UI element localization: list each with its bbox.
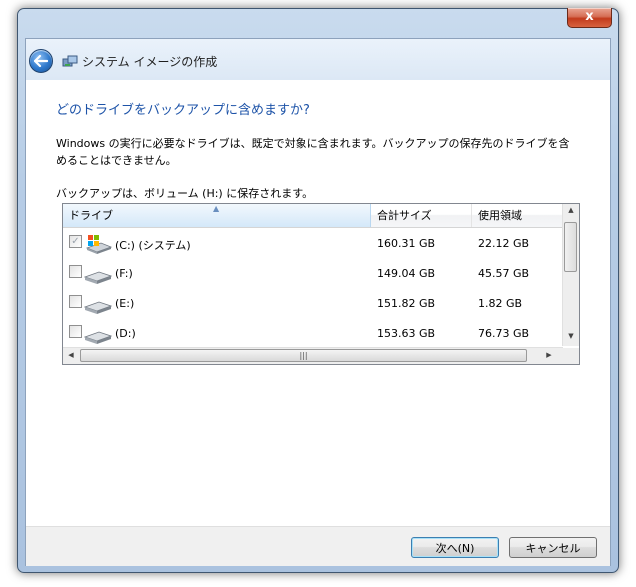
drive-used-space: 1.82 GB <box>478 297 523 310</box>
back-button[interactable] <box>29 49 53 73</box>
windows-drive-icon <box>85 235 112 254</box>
drive-total-size: 151.82 GB <box>377 297 436 310</box>
drive-checkbox[interactable] <box>69 265 82 278</box>
list-item[interactable]: (D:) 153.63 GB 76.73 GB <box>63 319 563 349</box>
drive-checkbox[interactable] <box>69 295 82 308</box>
dialog-header: システム イメージの作成 <box>26 39 610 80</box>
drive-checkbox-disabled-checked: ✓ <box>69 235 82 248</box>
column-header-drive[interactable]: ドライブ ▲ <box>63 204 371 227</box>
list-item[interactable]: (E:) 151.82 GB 1.82 GB <box>63 289 563 319</box>
scroll-right-icon[interactable]: ▶ <box>541 351 557 359</box>
sort-ascending-icon: ▲ <box>213 204 220 213</box>
drive-total-size: 149.04 GB <box>377 267 436 280</box>
scroll-up-icon[interactable]: ▲ <box>563 206 579 214</box>
drive-name: (E:) <box>115 297 135 310</box>
vertical-scrollbar[interactable]: ▲ ▼ <box>562 204 579 346</box>
scroll-left-icon[interactable]: ◀ <box>63 351 79 359</box>
column-header-drive-label: ドライブ <box>69 209 113 222</box>
backup-restore-icon <box>62 55 78 67</box>
scroll-down-icon[interactable]: ▼ <box>563 332 579 340</box>
cancel-button[interactable]: キャンセル <box>509 537 597 558</box>
list-item[interactable]: ✓ (C:) (システム) 160.31 GB 22.12 GB <box>63 229 563 259</box>
horizontal-scrollbar[interactable]: ◀ ||| ▶ <box>63 347 563 364</box>
dialog-window: x システム イメージの作成 どのドライブをバックアップに含めますか? Wind… <box>17 8 619 573</box>
horizontal-scroll-thumb[interactable]: ||| <box>80 349 527 362</box>
vertical-scroll-thumb[interactable] <box>564 222 577 272</box>
drive-checkbox[interactable] <box>69 325 82 338</box>
drive-total-size: 160.31 GB <box>377 237 436 250</box>
drive-list[interactable]: ドライブ ▲ 合計サイズ 使用領域 ✓ (C:) (システム) 160.31 G… <box>62 203 580 365</box>
window-title: システム イメージの作成 <box>82 55 218 69</box>
drive-name: (C:) (システム) <box>115 239 191 252</box>
hard-drive-icon <box>84 301 112 314</box>
drive-used-space: 45.57 GB <box>478 267 530 280</box>
hard-drive-icon <box>84 331 112 344</box>
list-item[interactable]: (F:) 149.04 GB 45.57 GB <box>63 259 563 289</box>
drive-used-space: 76.73 GB <box>478 327 530 340</box>
next-button[interactable]: 次へ(N) <box>411 537 499 558</box>
drive-name: (F:) <box>115 267 133 280</box>
close-button[interactable]: x <box>567 8 612 28</box>
save-location-text: バックアップは、ボリューム (H:) に保存されます。 <box>56 187 314 200</box>
column-header-total-size[interactable]: 合計サイズ <box>371 204 472 227</box>
drive-name: (D:) <box>115 327 136 340</box>
drive-used-space: 22.12 GB <box>478 237 530 250</box>
column-header: ドライブ ▲ 合計サイズ 使用領域 <box>63 204 563 228</box>
description-text: Windows の実行に必要なドライブは、既定で対象に含まれます。バックアップの… <box>56 137 570 167</box>
page-heading: どのドライブをバックアップに含めますか? <box>56 103 310 118</box>
drive-total-size: 153.63 GB <box>377 327 436 340</box>
column-header-used-space[interactable]: 使用領域 <box>472 204 563 227</box>
scrollbar-corner <box>563 348 579 364</box>
back-arrow-icon <box>34 55 48 67</box>
dialog-client-area: システム イメージの作成 どのドライブをバックアップに含めますか? Window… <box>25 38 611 566</box>
dialog-footer: 次へ(N) キャンセル <box>26 526 610 566</box>
hard-drive-icon <box>84 271 112 284</box>
